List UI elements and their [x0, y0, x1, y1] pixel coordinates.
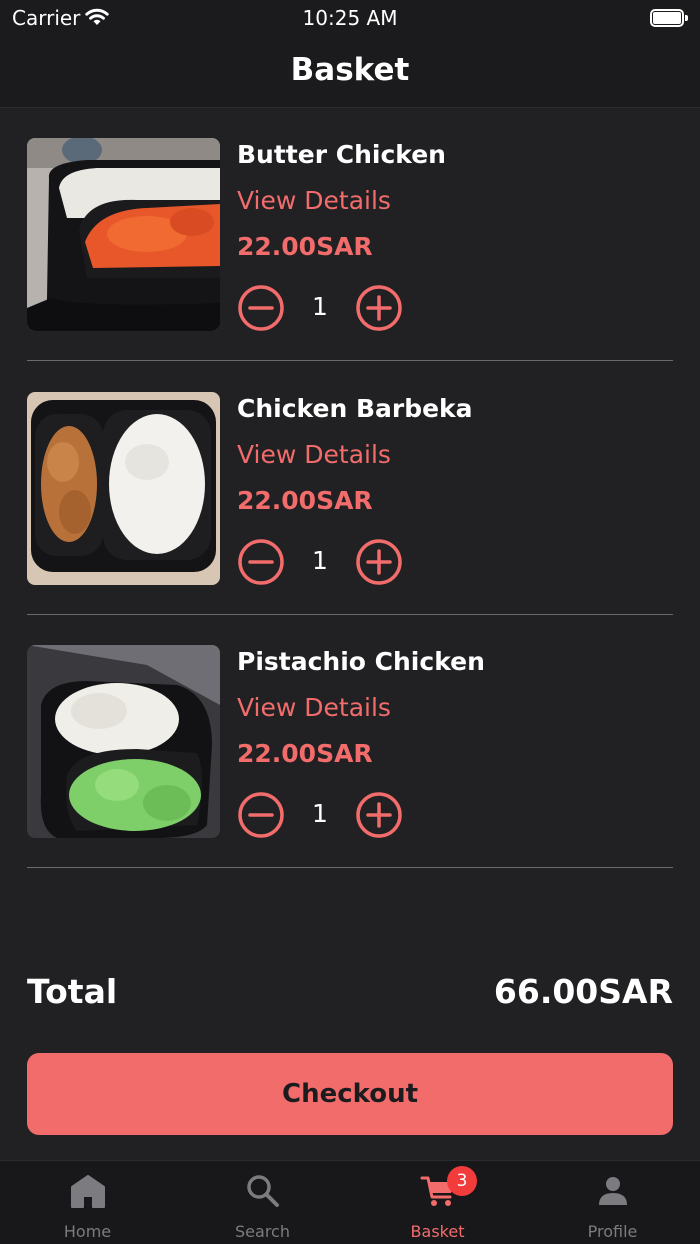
tab-label: Search [235, 1222, 290, 1241]
quantity-value: 1 [312, 545, 328, 575]
basket-count-badge: 3 [447, 1166, 477, 1196]
tab-label: Home [63, 1222, 112, 1241]
increase-quantity-button[interactable] [355, 284, 403, 332]
item-price: 22.00SAR [237, 232, 373, 261]
basket-item-list: Butter Chicken View Details 22.00SAR 1 C… [27, 138, 673, 899]
butter-chicken-image [27, 138, 220, 331]
tab-bar: Home Search Basket Profile [0, 1160, 700, 1244]
item-price: 22.00SAR [237, 485, 373, 515]
item-price: 22.00SAR [237, 739, 373, 768]
search-icon [247, 1175, 279, 1207]
decrease-quantity-button[interactable] [237, 284, 285, 332]
tab-label: Profile [587, 1222, 638, 1241]
checkout-button[interactable]: Checkout [27, 1053, 673, 1135]
quantity-value: 1 [312, 799, 328, 828]
pistachio-chicken-image [27, 645, 220, 838]
divider [27, 613, 673, 615]
view-details-link[interactable]: View Details [237, 693, 391, 722]
increase-quantity-button[interactable] [355, 538, 403, 586]
chicken-barbeka-image [27, 391, 220, 585]
basket-item: Butter Chicken View Details 22.00SAR 1 [27, 138, 673, 392]
status-time: 10:25 AM [302, 6, 398, 30]
decrease-quantity-button[interactable] [237, 538, 285, 586]
divider [27, 360, 673, 361]
increase-quantity-button[interactable] [355, 791, 403, 839]
person-icon [599, 1177, 627, 1205]
total-label: Total [27, 972, 118, 1011]
item-name: Butter Chicken [237, 140, 446, 169]
status-bar: Carrier 10:25 AM [0, 0, 700, 38]
divider [27, 867, 673, 868]
basket-item: Pistachio Chicken View Details 22.00SAR … [27, 645, 673, 899]
basket-item: Chicken Barbeka View Details 22.00SAR 1 [27, 391, 673, 646]
tab-search[interactable]: Search [175, 1161, 350, 1244]
tab-basket[interactable]: Basket [350, 1161, 525, 1244]
item-name: Chicken Barbeka [237, 393, 473, 423]
view-details-link[interactable]: View Details [237, 440, 391, 469]
tab-label: Basket [410, 1222, 465, 1241]
home-icon [71, 1175, 105, 1208]
view-details-link[interactable]: View Details [237, 186, 391, 215]
quantity-value: 1 [312, 292, 328, 321]
item-name: Pistachio Chicken [237, 647, 485, 676]
total-value: 66.00SAR [493, 972, 673, 1011]
decrease-quantity-button[interactable] [237, 791, 285, 839]
page-title: Basket [290, 52, 410, 88]
tab-home[interactable]: Home [0, 1161, 175, 1244]
battery-icon [650, 9, 688, 27]
navigation-bar: Basket [0, 38, 700, 108]
tab-profile[interactable]: Profile [525, 1161, 700, 1244]
